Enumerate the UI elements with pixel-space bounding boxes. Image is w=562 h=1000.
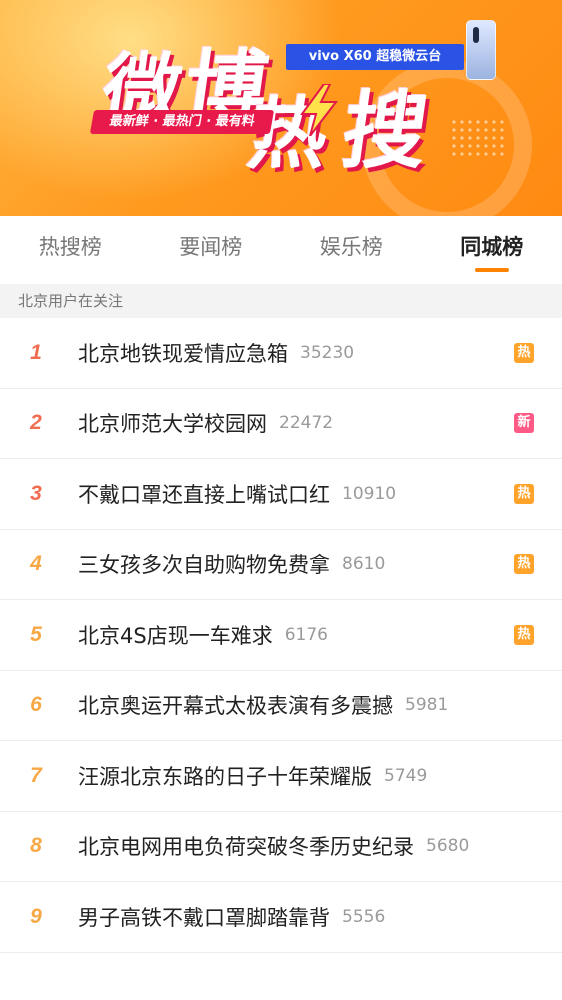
rank-number: 9 <box>30 904 42 928</box>
item-count: 5981 <box>405 695 449 716</box>
hot-search-banner[interactable]: 微 博 热 搜 最新鲜 · 最热门 · 最有料 vivo X60 超稳微云台 <box>0 0 562 216</box>
tab-local[interactable]: 同城榜 <box>422 216 562 278</box>
hot-badge: 热 <box>514 624 534 645</box>
item-title: 男子高铁不戴口罩脚踏靠背 <box>78 905 330 930</box>
list-item[interactable]: 7 汪源北京东路的日子十年荣耀版 5749 <box>0 741 562 812</box>
item-title: 北京地铁现爱情应急箱 <box>78 341 288 366</box>
hot-search-list: 1 北京地铁现爱情应急箱 35230 热 2 北京师范大学校园网 22472 新… <box>0 318 562 953</box>
list-item[interactable]: 1 北京地铁现爱情应急箱 35230 热 <box>0 318 562 389</box>
banner-slogan: 最新鲜 · 最热门 · 最有料 <box>89 110 275 134</box>
item-count: 8610 <box>342 554 386 575</box>
hot-badge: 热 <box>514 554 534 575</box>
rank-number: 7 <box>30 763 42 787</box>
banner-dots-decoration <box>450 118 504 156</box>
rank-number: 2 <box>30 411 42 435</box>
item-count: 5749 <box>384 765 428 786</box>
item-title: 北京电网用电负荷突破冬季历史纪录 <box>78 835 414 860</box>
item-title: 不戴口罩还直接上嘴试口红 <box>78 482 330 507</box>
item-count: 10910 <box>342 483 397 504</box>
list-item[interactable]: 3 不戴口罩还直接上嘴试口红 10910 热 <box>0 459 562 530</box>
list-item[interactable]: 6 北京奥运开幕式太极表演有多震撼 5981 <box>0 671 562 741</box>
rank-number: 8 <box>30 834 42 858</box>
item-title: 北京奥运开幕式太极表演有多震撼 <box>78 694 393 719</box>
section-header: 北京用户在关注 <box>0 284 562 318</box>
tab-hot-search[interactable]: 热搜榜 <box>0 216 141 278</box>
item-count: 5556 <box>342 906 386 927</box>
banner-ad-tag[interactable]: vivo X60 超稳微云台 <box>286 44 464 70</box>
lightning-icon <box>300 84 339 136</box>
new-badge: 新 <box>514 413 534 434</box>
hot-badge: 热 <box>514 342 534 363</box>
rank-number: 4 <box>30 552 42 576</box>
phone-icon <box>466 20 496 80</box>
list-item[interactable]: 8 北京电网用电负荷突破冬季历史纪录 5680 <box>0 812 562 882</box>
item-title: 北京师范大学校园网 <box>78 412 267 437</box>
item-count: 22472 <box>279 413 334 434</box>
item-title: 汪源北京东路的日子十年荣耀版 <box>78 764 372 789</box>
item-title: 北京4S店现一车难求 <box>78 623 273 648</box>
ranking-tabs: 热搜榜 要闻榜 娱乐榜 同城榜 <box>0 216 562 278</box>
rank-number: 6 <box>30 693 42 717</box>
rank-number: 3 <box>30 481 42 505</box>
list-item[interactable]: 2 北京师范大学校园网 22472 新 <box>0 389 562 459</box>
banner-logo-char-4: 搜 <box>336 82 434 180</box>
item-title: 三女孩多次自助购物免费拿 <box>78 553 330 578</box>
list-item[interactable]: 9 男子高铁不戴口罩脚踏靠背 5556 <box>0 882 562 953</box>
tab-entertainment[interactable]: 娱乐榜 <box>281 216 422 278</box>
tab-news[interactable]: 要闻榜 <box>141 216 282 278</box>
rank-number: 1 <box>30 340 42 364</box>
item-count: 5680 <box>426 836 470 857</box>
list-item[interactable]: 5 北京4S店现一车难求 6176 热 <box>0 600 562 671</box>
item-count: 35230 <box>300 342 355 363</box>
item-count: 6176 <box>284 624 328 645</box>
rank-number: 5 <box>30 622 42 646</box>
hot-badge: 热 <box>514 483 534 504</box>
list-item[interactable]: 4 三女孩多次自助购物免费拿 8610 热 <box>0 530 562 600</box>
